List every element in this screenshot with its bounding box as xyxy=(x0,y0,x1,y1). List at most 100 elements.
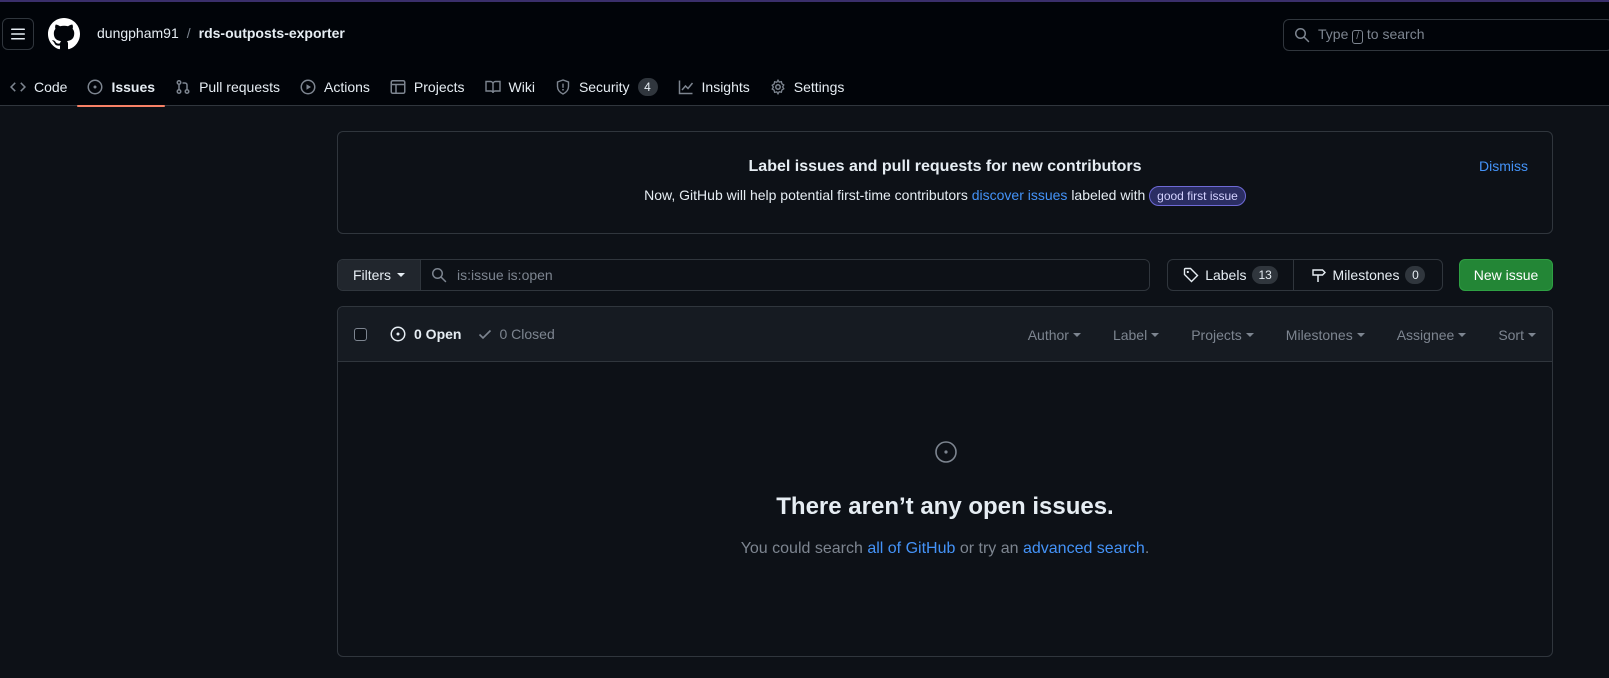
chevron-down-icon xyxy=(1356,332,1365,337)
chevron-down-icon xyxy=(1151,332,1160,337)
tab-code[interactable]: Code xyxy=(0,68,77,106)
github-mark-icon xyxy=(48,18,80,50)
milestones-label: Milestones xyxy=(1332,267,1400,283)
label-label: Label xyxy=(1112,326,1148,343)
tab-settings-label: Settings xyxy=(793,79,845,95)
dismiss-button[interactable]: Dismiss xyxy=(1479,158,1528,174)
all-of-github-link[interactable]: all of GitHub xyxy=(867,540,955,557)
chevron-down-icon xyxy=(1528,332,1536,337)
issue-opened-icon xyxy=(390,326,406,342)
tab-security[interactable]: Security 4 xyxy=(545,68,668,106)
three-bars-icon xyxy=(11,28,25,40)
issue-search-input[interactable]: is:issue is:open xyxy=(421,260,1149,290)
tab-issues[interactable]: Issues xyxy=(77,68,165,107)
issue-filter-bar: Filters is:issue is:open xyxy=(337,259,1150,291)
good-first-issue-label[interactable]: good first issue xyxy=(1149,186,1246,206)
discover-issues-link[interactable]: discover issues xyxy=(972,187,1068,203)
labels-milestones-group: Labels 13 Milestones 0 xyxy=(1167,259,1443,291)
tab-insights[interactable]: Insights xyxy=(668,68,760,106)
banner-text-before: Now, GitHub will help potential first-ti… xyxy=(644,187,968,203)
empty-text-3: . xyxy=(1144,540,1150,557)
search-shortcut-key: / xyxy=(1352,30,1364,44)
filters-dropdown[interactable]: Filters xyxy=(338,260,421,290)
chevron-down-icon xyxy=(1458,332,1467,337)
book-icon xyxy=(484,80,501,94)
empty-state-title: There aren’t any open issues. xyxy=(776,493,1114,520)
tab-projects-label: Projects xyxy=(413,79,465,95)
tab-security-label: Security xyxy=(578,79,630,95)
tab-wiki[interactable]: Wiki xyxy=(475,68,545,106)
empty-state: There aren’t any open issues. You could … xyxy=(338,362,1552,656)
tab-code-label: Code xyxy=(34,79,68,95)
issue-opened-icon xyxy=(87,79,103,95)
play-icon xyxy=(300,79,316,95)
gear-icon xyxy=(771,79,785,95)
select-all-checkbox[interactable] xyxy=(354,327,367,341)
search-suffix: to search xyxy=(1366,26,1425,42)
milestones-dropdown[interactable]: Milestones xyxy=(1270,327,1381,343)
banner-text-after: labeled with xyxy=(1071,187,1146,203)
tab-actions[interactable]: Actions xyxy=(290,68,380,106)
issues-list: 0 Open 0 Closed Author Label Projects Mi… xyxy=(337,306,1553,657)
label-dropdown[interactable]: Label xyxy=(1097,327,1175,343)
contributors-banner: Label issues and pull requests for new c… xyxy=(337,131,1553,234)
tab-wiki-label: Wiki xyxy=(508,79,535,95)
repo-link[interactable]: rds-outposts-exporter xyxy=(199,25,345,41)
owner-link[interactable]: dungpham91 xyxy=(97,25,179,41)
menu-button[interactable] xyxy=(2,18,34,50)
table-icon xyxy=(390,80,406,94)
labels-counter: 13 xyxy=(1252,266,1278,284)
sort-dropdown[interactable]: Sort xyxy=(1482,327,1552,343)
chevron-down-icon xyxy=(1072,332,1081,337)
issue-search-query: is:issue is:open xyxy=(457,267,553,283)
new-issue-button[interactable]: New issue xyxy=(1459,259,1553,291)
assignee-label: Assignee xyxy=(1396,326,1455,343)
tab-projects[interactable]: Projects xyxy=(380,68,475,106)
author-label: Author xyxy=(1027,326,1069,343)
milestones-filter-label: Milestones xyxy=(1285,326,1353,343)
projects-label: Projects xyxy=(1191,326,1242,343)
banner-text: Now, GitHub will help potential first-ti… xyxy=(338,186,1552,206)
filters-label: Filters xyxy=(352,267,392,283)
closed-issues-count: 0 Closed xyxy=(499,326,555,342)
author-dropdown[interactable]: Author xyxy=(1012,327,1097,343)
search-icon xyxy=(1295,28,1310,43)
labels-button[interactable]: Labels 13 xyxy=(1168,260,1294,290)
chevron-down-icon xyxy=(397,273,406,277)
chevron-down-icon xyxy=(1245,332,1254,337)
tab-pull-requests[interactable]: Pull requests xyxy=(165,68,290,106)
projects-dropdown[interactable]: Projects xyxy=(1175,327,1270,343)
security-alerts-counter: 4 xyxy=(637,78,658,96)
graph-icon xyxy=(678,80,693,95)
list-filter-menus: Author Label Projects Milestones Assigne… xyxy=(1012,307,1552,362)
breadcrumb: dungpham91 / rds-outposts-exporter xyxy=(97,25,345,41)
tag-icon xyxy=(1183,267,1199,283)
breadcrumb-separator: / xyxy=(186,25,191,41)
global-header: dungpham91 / rds-outposts-exporter Type … xyxy=(0,2,1609,107)
closed-issues-filter[interactable]: 0 Closed xyxy=(477,326,555,342)
git-pull-request-icon xyxy=(176,80,190,94)
search-input[interactable]: Type / to search xyxy=(1283,19,1609,51)
milestones-counter: 0 xyxy=(1405,266,1426,284)
tab-settings[interactable]: Settings xyxy=(760,68,855,106)
issues-list-header: 0 Open 0 Closed Author Label Projects Mi… xyxy=(338,307,1552,362)
assignee-dropdown[interactable]: Assignee xyxy=(1381,327,1483,343)
sort-label: Sort xyxy=(1498,326,1524,343)
github-logo-link[interactable] xyxy=(48,18,80,50)
empty-text-2: or try an xyxy=(959,540,1019,557)
search-icon xyxy=(432,268,447,283)
banner-title: Label issues and pull requests for new c… xyxy=(748,158,1142,175)
tab-issues-label: Issues xyxy=(111,79,156,95)
advanced-search-link[interactable]: advanced search xyxy=(1023,540,1145,557)
milestones-button[interactable]: Milestones 0 xyxy=(1294,260,1442,290)
search-placeholder: Type / to search xyxy=(1318,26,1425,44)
open-issues-count: 0 Open xyxy=(414,326,462,342)
empty-text-1: You could search xyxy=(740,540,863,557)
tab-pull-requests-label: Pull requests xyxy=(199,79,280,95)
search-prefix: Type xyxy=(1318,26,1349,42)
milestone-icon xyxy=(1311,269,1326,282)
code-icon xyxy=(10,82,26,92)
open-issues-filter[interactable]: 0 Open xyxy=(390,326,461,342)
tab-insights-label: Insights xyxy=(701,79,750,95)
issue-opened-icon xyxy=(935,441,957,463)
